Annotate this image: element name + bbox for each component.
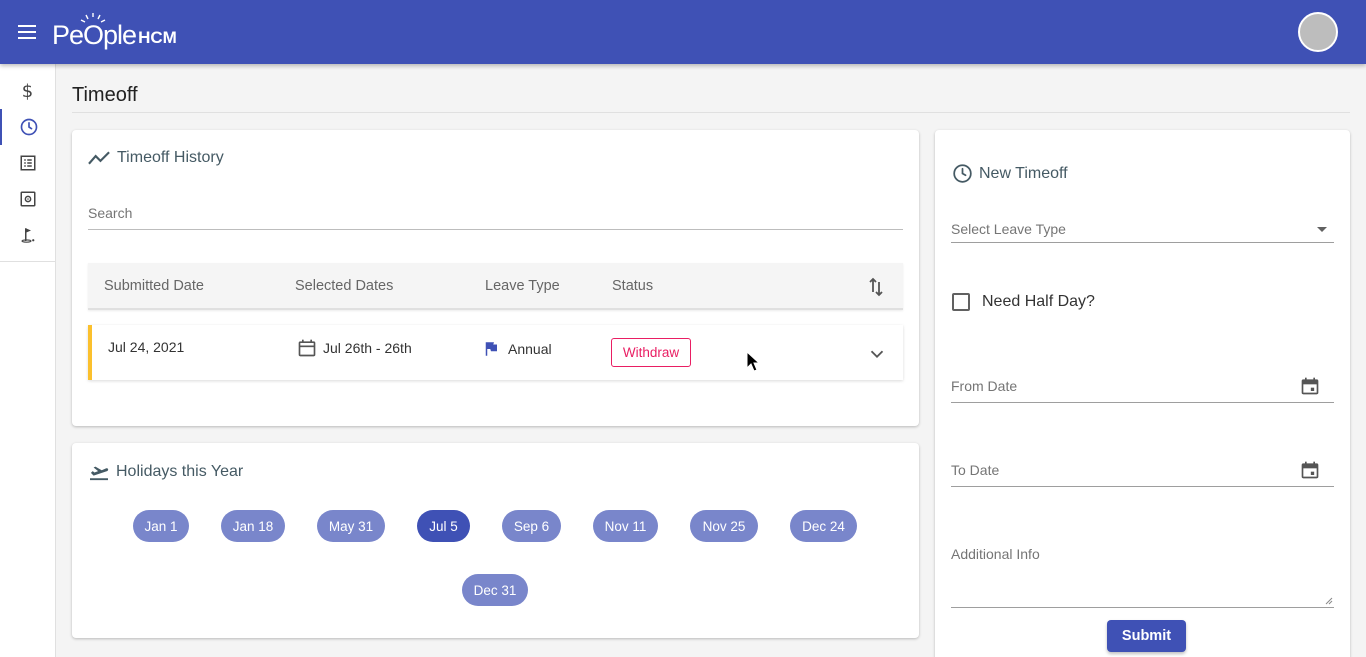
holidays-header: Holidays this Year	[88, 463, 243, 481]
flag-icon	[485, 342, 497, 356]
page-title: Timeoff	[72, 84, 138, 106]
history-title: Timeoff History	[117, 149, 224, 166]
sidebar: $	[0, 64, 56, 657]
holiday-chip[interactable]: Jan 18	[221, 510, 285, 542]
new-timeoff-header: New Timeoff	[952, 163, 1068, 184]
half-day-label: Need Half Day?	[982, 293, 1095, 310]
selected-dates-cell: Jul 26th - 26th	[297, 338, 412, 358]
new-timeoff-title: New Timeoff	[979, 164, 1068, 182]
holidays-card: Holidays this Year Jan 1 Jan 18 May 31 J…	[72, 443, 919, 638]
sidebar-item-timeoff[interactable]	[0, 109, 55, 145]
leave-type-select[interactable]: Select Leave Type	[951, 216, 1334, 243]
list-icon	[20, 155, 35, 171]
half-day-checkbox[interactable]	[952, 293, 970, 311]
sidebar-item-golf[interactable]	[0, 217, 55, 253]
sun-rays-icon	[80, 13, 106, 23]
mouse-cursor-icon	[746, 351, 760, 372]
table-row[interactable]: Jul 24, 2021 Jul 26th - 26th Annual With…	[88, 325, 903, 380]
logo-word: PeOple	[52, 20, 137, 50]
holiday-chip[interactable]: Jan 1	[133, 510, 189, 542]
dropdown-arrow-icon	[1317, 227, 1327, 232]
to-date-label: To Date	[951, 462, 1000, 478]
column-header-selected-dates[interactable]: Selected Dates	[295, 278, 393, 294]
history-header: Timeoff History	[88, 149, 224, 167]
selected-dates: Jul 26th - 26th	[323, 340, 412, 356]
calendar-icon	[298, 339, 316, 357]
withdraw-button[interactable]: Withdraw	[611, 338, 691, 367]
column-header-status[interactable]: Status	[612, 278, 653, 294]
sidebar-divider	[0, 261, 55, 262]
logo-suffix: HCM	[138, 28, 177, 47]
new-timeoff-card: New Timeoff Select Leave Type Need Half …	[935, 130, 1350, 657]
calendar-icon[interactable]	[1300, 460, 1320, 480]
sidebar-item-settings[interactable]	[0, 181, 55, 217]
resize-handle-icon[interactable]	[1325, 597, 1333, 605]
sidebar-item-reports[interactable]	[0, 145, 55, 181]
holiday-chip[interactable]: Nov 11	[593, 510, 658, 542]
holiday-chip[interactable]: Dec 31	[462, 574, 528, 606]
search-field	[88, 202, 903, 230]
search-input[interactable]	[88, 202, 903, 224]
additional-info-label: Additional Info	[951, 546, 1040, 562]
trending-up-icon	[88, 151, 110, 165]
settings-box-icon	[20, 191, 35, 207]
to-date-field[interactable]: To Date	[951, 457, 1334, 487]
holiday-chip[interactable]: Sep 6	[502, 510, 561, 542]
holiday-chip[interactable]: Nov 25	[690, 510, 758, 542]
column-header-submitted-date[interactable]: Submitted Date	[104, 278, 204, 294]
clock-outline-icon	[953, 164, 972, 183]
timeoff-history-card: Timeoff History Submitted Date Selected …	[72, 130, 919, 426]
title-divider	[72, 112, 1350, 113]
app-logo[interactable]: PeOple HCM	[52, 13, 177, 52]
submitted-date: Jul 24, 2021	[108, 339, 185, 355]
chevron-down-icon[interactable]	[866, 343, 888, 365]
column-header-leave-type[interactable]: Leave Type	[485, 278, 560, 294]
calendar-icon[interactable]	[1300, 376, 1320, 396]
holidays-title: Holidays this Year	[116, 463, 244, 480]
submit-button[interactable]: Submit	[1107, 620, 1186, 652]
sidebar-item-payroll[interactable]: $	[0, 73, 55, 109]
dollar-icon: $	[21, 80, 34, 102]
flight-takeoff-icon	[90, 466, 109, 481]
hamburger-menu-icon[interactable]	[16, 20, 40, 44]
additional-info-field[interactable]: Additional Info	[951, 541, 1334, 608]
user-avatar[interactable]	[1298, 12, 1338, 52]
sort-icon[interactable]	[864, 275, 888, 299]
leave-type-placeholder: Select Leave Type	[951, 221, 1066, 237]
holiday-chip-selected[interactable]: Jul 5	[417, 510, 470, 542]
table-header: Submitted Date Selected Dates Leave Type…	[88, 263, 903, 310]
golf-icon	[20, 228, 34, 243]
holiday-chip[interactable]: May 31	[317, 510, 385, 542]
holiday-chip[interactable]: Dec 24	[790, 510, 857, 542]
clock-icon	[20, 118, 37, 136]
leave-type-cell: Annual	[482, 340, 552, 358]
from-date-field[interactable]: From Date	[951, 373, 1334, 403]
from-date-label: From Date	[951, 378, 1018, 394]
leave-type: Annual	[508, 341, 552, 357]
top-app-bar: PeOple HCM	[0, 0, 1366, 64]
